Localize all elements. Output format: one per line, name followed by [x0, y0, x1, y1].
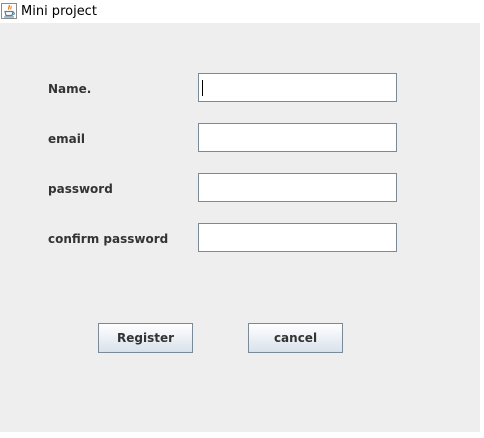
email-label: email [48, 132, 85, 146]
title-bar: Mini project [0, 0, 484, 23]
register-button[interactable]: Register [98, 323, 193, 353]
cancel-button[interactable]: cancel [248, 323, 343, 353]
confirm-password-field[interactable] [198, 223, 397, 252]
password-label: password [48, 182, 113, 196]
form-panel: Name. email password confirm password Re… [0, 23, 480, 432]
confirm-password-label: confirm password [48, 232, 169, 246]
name-field[interactable] [198, 73, 397, 102]
password-field[interactable] [198, 173, 397, 202]
window-title: Mini project [21, 4, 97, 19]
text-caret [202, 80, 203, 96]
name-label: Name. [48, 82, 92, 96]
java-icon [1, 3, 17, 19]
email-field[interactable] [198, 123, 397, 152]
